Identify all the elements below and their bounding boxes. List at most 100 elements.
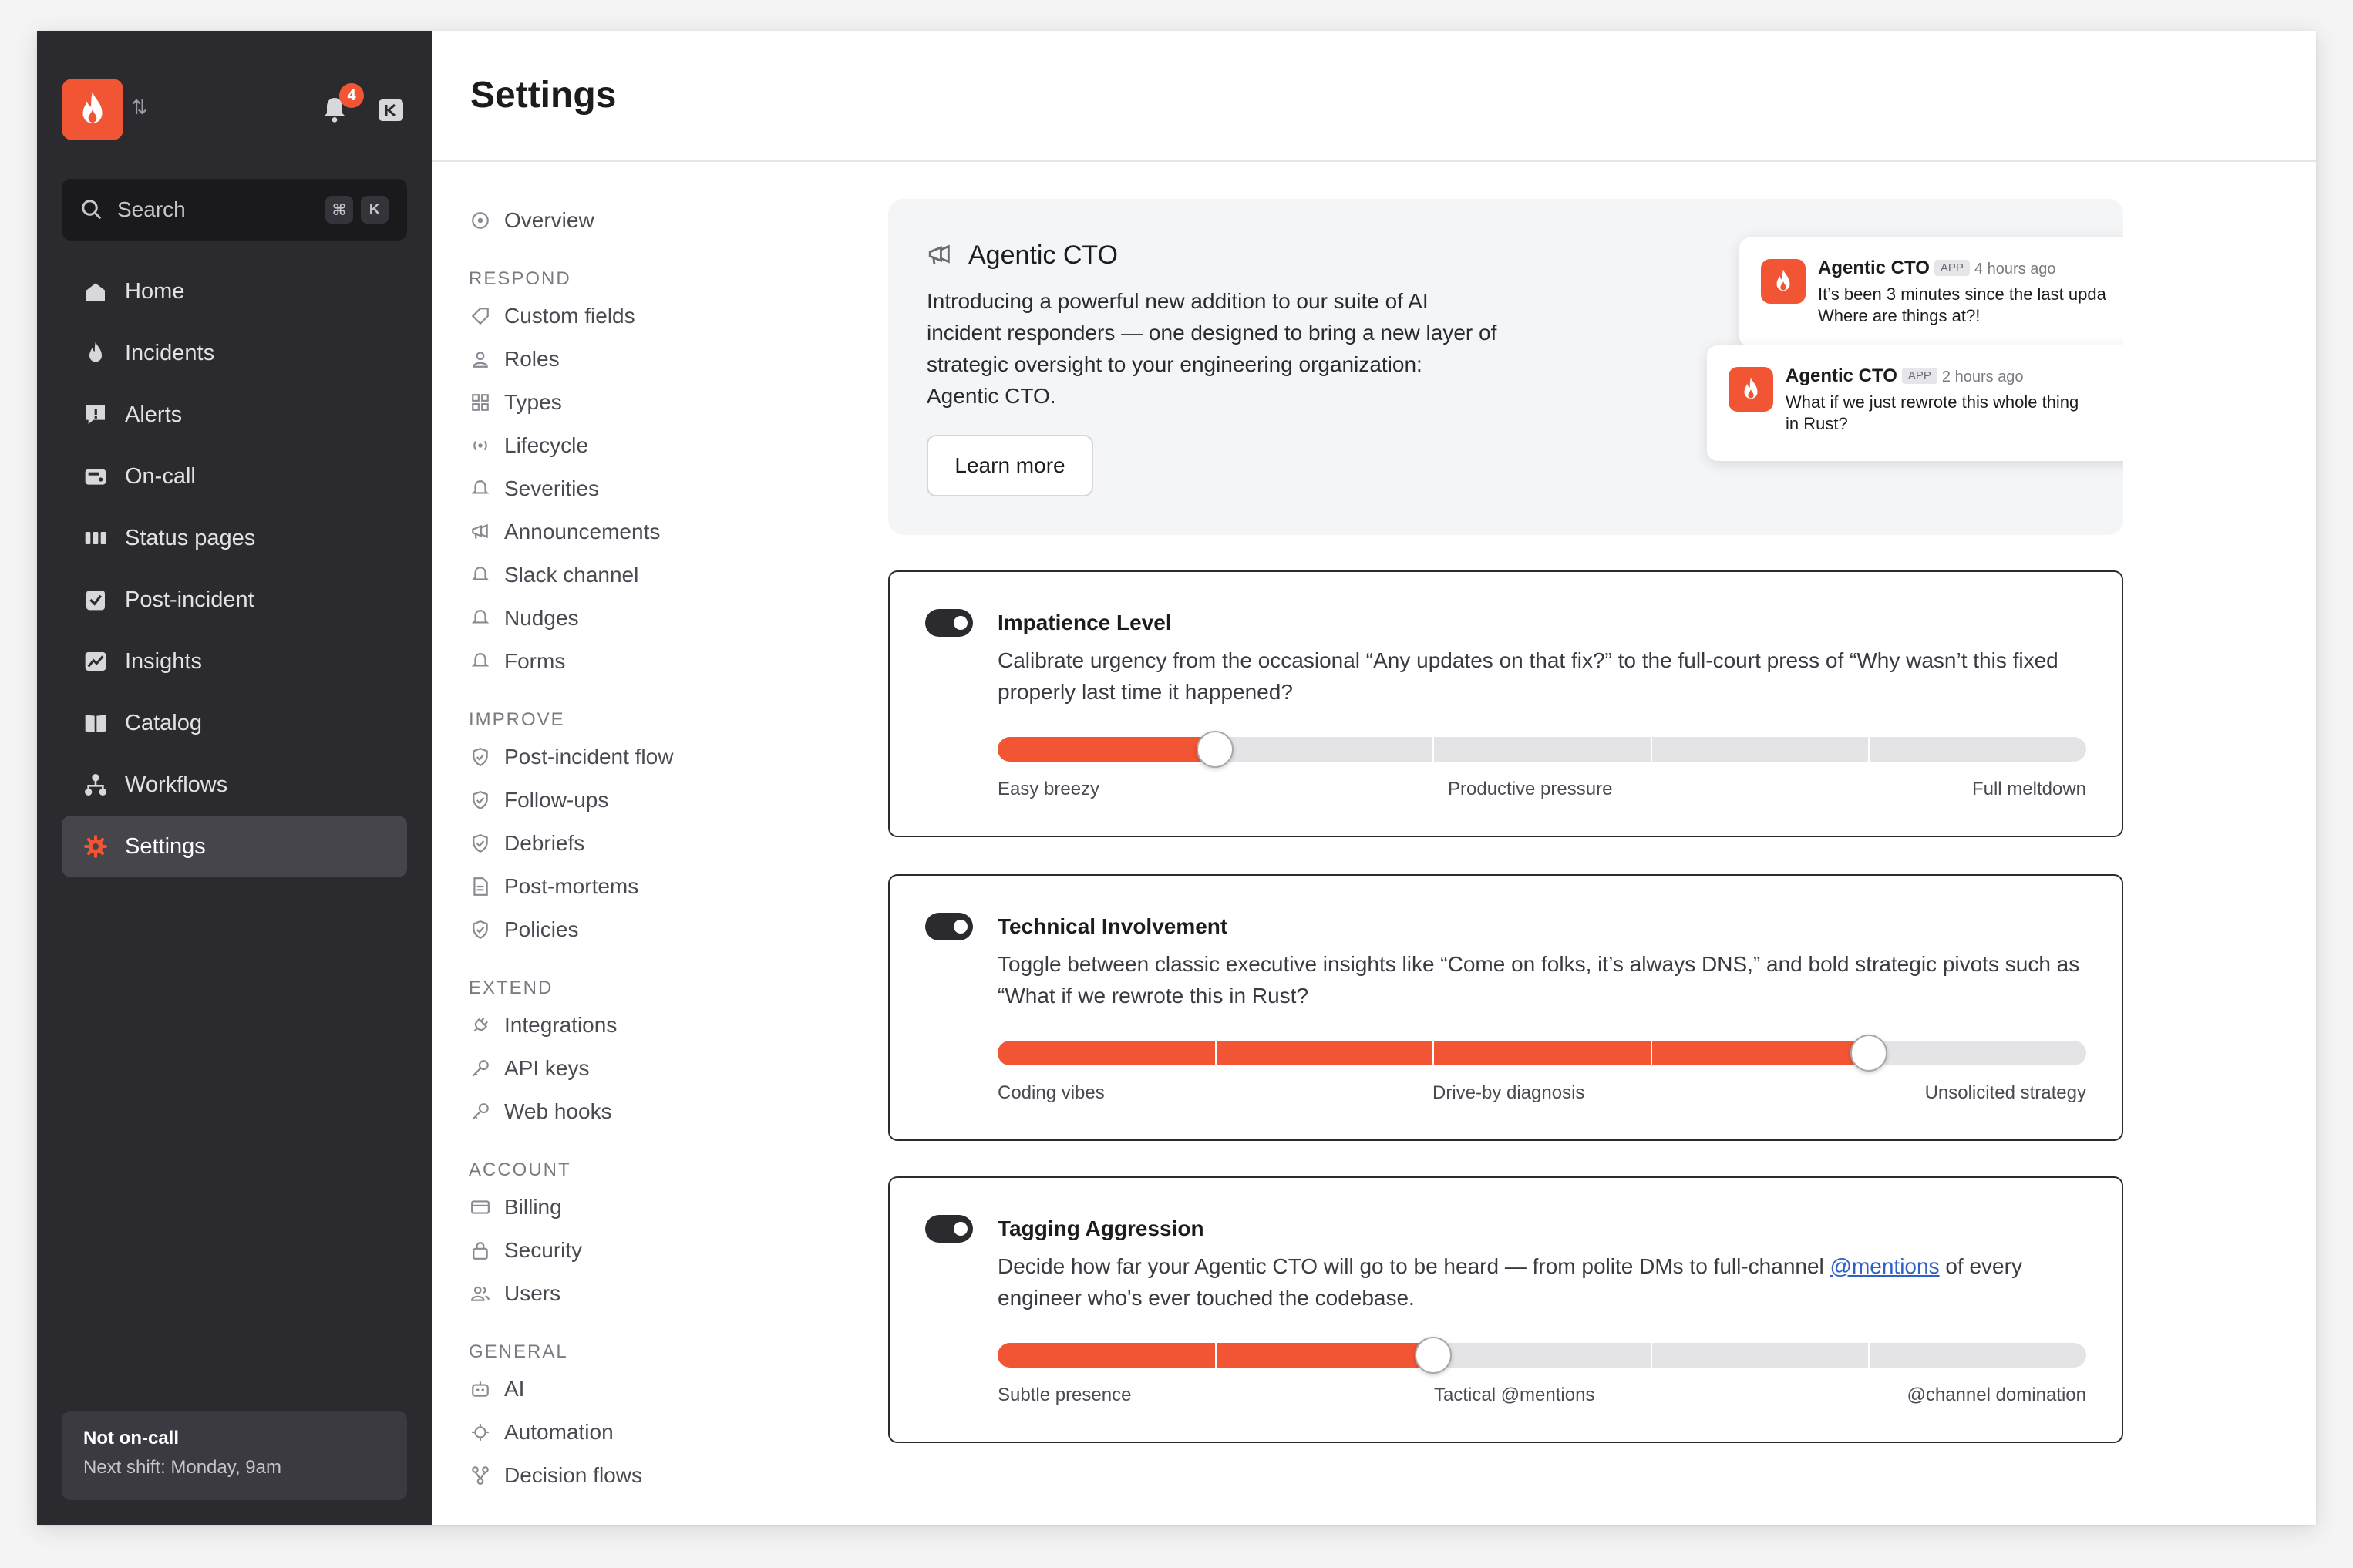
settings-item-security[interactable]: Security bbox=[469, 1229, 793, 1272]
settings-nav: Overview RESPOND Custom fields Roles Typ… bbox=[469, 199, 793, 1497]
workflow-icon bbox=[83, 772, 108, 797]
pager-icon bbox=[83, 464, 108, 489]
settings-item-follow-ups[interactable]: Follow-ups bbox=[469, 779, 793, 822]
learn-more-button[interactable]: Learn more bbox=[927, 435, 1093, 496]
message-text: It’s been 3 minutes since the last upda … bbox=[1818, 284, 2106, 325]
settings-item-post-mortems[interactable]: Post-mortems bbox=[469, 865, 793, 908]
settings-item-custom-fields[interactable]: Custom fields bbox=[469, 294, 793, 338]
sidebar-item-post-incident[interactable]: Post-incident bbox=[62, 569, 407, 631]
sidebar-item-on-call[interactable]: On-call bbox=[62, 446, 407, 507]
setting-card-tagging-aggression: Tagging Aggression Decide how far your A… bbox=[888, 1176, 2123, 1443]
impatience-toggle[interactable] bbox=[925, 609, 973, 637]
settings-item-ai[interactable]: AI bbox=[469, 1368, 793, 1411]
slider-label-max: @channel domination bbox=[1907, 1385, 2086, 1405]
collapse-sidebar-button[interactable] bbox=[378, 99, 404, 122]
credit-card-icon bbox=[469, 1196, 492, 1219]
message-header: Agentic CTO APP 2 hours ago bbox=[1786, 365, 2024, 387]
notification-count-badge: 4 bbox=[339, 83, 364, 108]
settings-item-types[interactable]: Types bbox=[469, 381, 793, 424]
shield-icon bbox=[469, 832, 492, 855]
settings-item-overview[interactable]: Overview bbox=[469, 199, 793, 242]
sidebar-item-insights[interactable]: Insights bbox=[62, 631, 407, 692]
tagging-aggression-slider-handle[interactable] bbox=[1414, 1337, 1452, 1374]
grid-icon bbox=[469, 391, 492, 414]
settings-item-lifecycle[interactable]: Lifecycle bbox=[469, 424, 793, 467]
document-icon bbox=[469, 875, 492, 898]
settings-item-web-hooks[interactable]: Web hooks bbox=[469, 1090, 793, 1133]
settings-section-general: GENERAL bbox=[469, 1341, 568, 1362]
sidebar-item-workflows[interactable]: Workflows bbox=[62, 754, 407, 816]
user-icon bbox=[469, 348, 492, 371]
settings-item-label: API keys bbox=[504, 1056, 590, 1080]
sidebar-item-home[interactable]: Home bbox=[62, 261, 407, 322]
settings-item-label: Post-incident flow bbox=[504, 745, 674, 769]
settings-item-label: Follow-ups bbox=[504, 788, 609, 812]
mentions-link[interactable]: @mentions bbox=[1830, 1254, 1940, 1278]
settings-item-label: Severities bbox=[504, 476, 599, 500]
slider-label-min: Easy breezy bbox=[998, 779, 1100, 799]
technical-involvement-slider-handle[interactable] bbox=[1850, 1035, 1887, 1072]
settings-item-users[interactable]: Users bbox=[469, 1272, 793, 1315]
settings-item-roles[interactable]: Roles bbox=[469, 338, 793, 381]
settings-item-announcements[interactable]: Announcements bbox=[469, 510, 793, 554]
sidebar-item-catalog[interactable]: Catalog bbox=[62, 692, 407, 754]
message-header: Agentic CTO APP 4 hours ago bbox=[1818, 257, 2056, 279]
shield-icon bbox=[469, 789, 492, 812]
users-icon bbox=[469, 1282, 492, 1305]
settings-item-automation[interactable]: Automation bbox=[469, 1411, 793, 1454]
key-icon bbox=[469, 1100, 492, 1123]
settings-item-label: Debriefs bbox=[504, 831, 585, 855]
sidebar-item-incidents[interactable]: Incidents bbox=[62, 322, 407, 384]
setting-card-impatience: Impatience Level Calibrate urgency from … bbox=[888, 570, 2123, 837]
tagging-aggression-slider-track[interactable] bbox=[998, 1343, 2086, 1368]
settings-item-debriefs[interactable]: Debriefs bbox=[469, 822, 793, 865]
slider-label-mid: Productive pressure bbox=[1448, 779, 1613, 799]
avatar bbox=[1729, 367, 1773, 412]
settings-item-forms[interactable]: Forms bbox=[469, 640, 793, 683]
megaphone-icon bbox=[469, 520, 492, 543]
sidebar-item-alerts[interactable]: Alerts bbox=[62, 384, 407, 446]
slider-tick bbox=[1215, 1343, 1217, 1368]
settings-item-api-keys[interactable]: API keys bbox=[469, 1047, 793, 1090]
impatience-slider-track[interactable] bbox=[998, 737, 2086, 762]
slider-tick bbox=[1432, 737, 1434, 762]
settings-item-severities[interactable]: Severities bbox=[469, 467, 793, 510]
slider-label-mid: Drive-by diagnosis bbox=[1432, 1082, 1585, 1103]
impatience-slider-handle[interactable] bbox=[1197, 731, 1234, 768]
gear-icon bbox=[469, 1421, 492, 1444]
setting-title: Technical Involvement bbox=[998, 914, 1228, 938]
settings-item-label: Custom fields bbox=[504, 304, 635, 328]
alert-icon bbox=[83, 402, 108, 427]
app-logo[interactable] bbox=[62, 79, 123, 140]
settings-item-policies[interactable]: Policies bbox=[469, 908, 793, 951]
settings-item-decision-flows[interactable]: Decision flows bbox=[469, 1454, 793, 1497]
oncall-status[interactable]: Not on-call Next shift: Monday, 9am bbox=[62, 1411, 407, 1500]
tagging-aggression-toggle[interactable] bbox=[925, 1215, 973, 1243]
settings-item-label: Post-mortems bbox=[504, 874, 639, 898]
shield-icon bbox=[469, 745, 492, 769]
flame-icon bbox=[83, 341, 108, 365]
settings-section-improve: IMPROVE bbox=[469, 709, 565, 730]
settings-item-nudges[interactable]: Nudges bbox=[469, 597, 793, 640]
slider-tick bbox=[1651, 1041, 1652, 1065]
sidebar-item-label: Post-incident bbox=[125, 587, 254, 612]
key-icon bbox=[469, 1057, 492, 1080]
collapse-sidebar-icon bbox=[379, 99, 403, 121]
sidebar-item-status-pages[interactable]: Status pages bbox=[62, 507, 407, 569]
settings-item-slack-channel[interactable]: Slack channel bbox=[469, 554, 793, 597]
technical-involvement-slider-track[interactable] bbox=[998, 1041, 2086, 1065]
plug-icon bbox=[469, 1014, 492, 1037]
slider-tick bbox=[1215, 1041, 1217, 1065]
settings-item-integrations[interactable]: Integrations bbox=[469, 1004, 793, 1047]
sidebar-item-label: Workflows bbox=[125, 772, 228, 797]
settings-item-billing[interactable]: Billing bbox=[469, 1186, 793, 1229]
workspace-switcher-icon[interactable]: ⇅ bbox=[131, 97, 148, 117]
sidebar-item-settings[interactable]: Settings bbox=[62, 816, 407, 877]
avatar bbox=[1761, 259, 1806, 304]
technical-involvement-toggle[interactable] bbox=[925, 913, 973, 940]
search-button[interactable]: Search ⌘ K bbox=[62, 179, 407, 241]
sidebar-item-label: On-call bbox=[125, 463, 196, 489]
settings-item-post-incident-flow[interactable]: Post-incident flow bbox=[469, 735, 793, 779]
agentic-cto-banner: Agentic CTO Introducing a powerful new a… bbox=[888, 199, 2123, 535]
page-title: Settings bbox=[470, 75, 617, 116]
